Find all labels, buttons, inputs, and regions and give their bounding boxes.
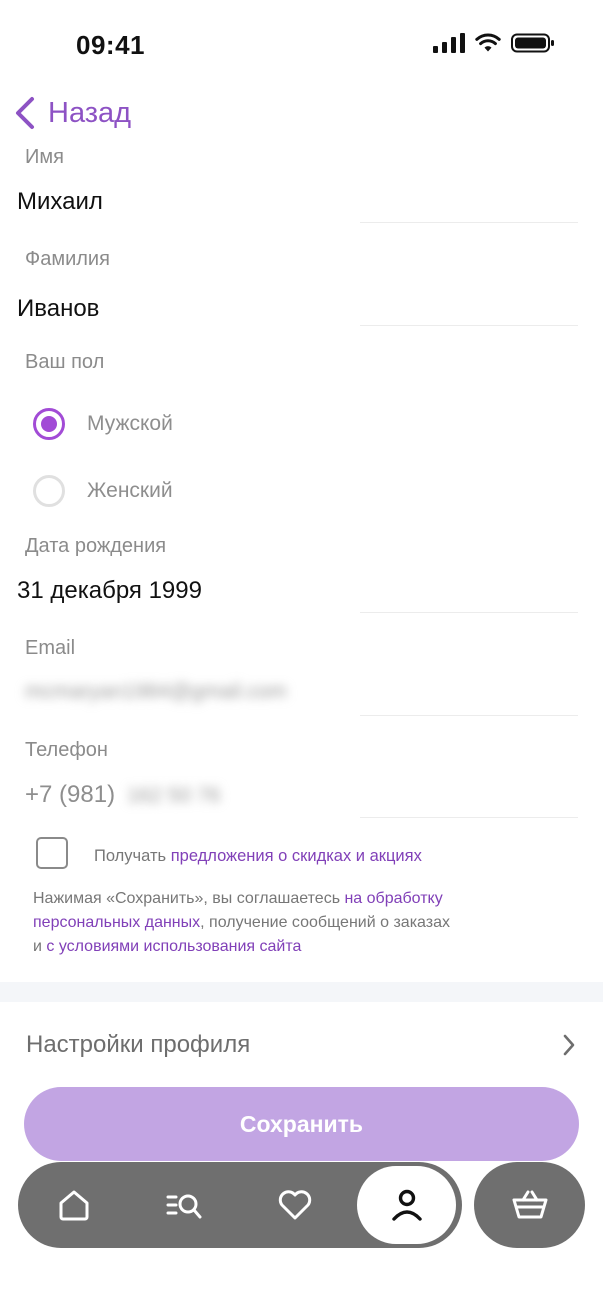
consent-part3: и bbox=[33, 938, 47, 955]
consent-text: Нажимая «Сохранить», вы соглашаетесь на … bbox=[33, 887, 573, 959]
birth-date-divider bbox=[360, 612, 578, 613]
heart-icon bbox=[278, 1190, 312, 1220]
profile-settings-label: Настройки профиля bbox=[26, 1031, 251, 1058]
back-label: Назад bbox=[48, 96, 132, 129]
personal-data-link-cont[interactable]: персональных данных bbox=[33, 914, 200, 931]
birth-date-field[interactable]: 31 декабря 1999 bbox=[17, 577, 577, 605]
radio-male[interactable] bbox=[33, 408, 65, 440]
birth-date-label: Дата рождения bbox=[25, 535, 167, 557]
radio-female[interactable] bbox=[33, 475, 65, 507]
home-icon bbox=[59, 1190, 89, 1221]
gender-option-male[interactable]: Мужской bbox=[33, 408, 173, 440]
phone-divider bbox=[360, 817, 578, 818]
gender-label: Ваш пол bbox=[25, 351, 105, 373]
phone-field[interactable]: +7 (981) 162 50 76 bbox=[25, 781, 221, 809]
promo-label: Получать bbox=[94, 847, 171, 865]
phone-number-hidden: 162 50 76 bbox=[127, 784, 221, 807]
catalog-search-icon bbox=[166, 1194, 202, 1219]
first-name-divider bbox=[360, 222, 578, 223]
terms-link[interactable]: с условиями использования сайта bbox=[46, 938, 301, 955]
email-divider bbox=[360, 715, 578, 716]
consent-part2: , получение сообщений о заказах bbox=[200, 914, 450, 931]
cart-button[interactable] bbox=[474, 1162, 585, 1248]
personal-data-link[interactable]: на обработку bbox=[344, 890, 442, 907]
gender-option-label: Мужской bbox=[87, 412, 173, 435]
status-icons bbox=[433, 33, 555, 53]
tab-profile[interactable] bbox=[357, 1166, 456, 1244]
first-name-field[interactable]: Михаил bbox=[17, 188, 577, 216]
tab-home[interactable] bbox=[31, 1162, 117, 1248]
email-label: Email bbox=[25, 637, 76, 659]
signal-icon bbox=[433, 33, 465, 53]
phone-prefix: +7 (981) bbox=[25, 781, 116, 808]
chevron-right-icon bbox=[563, 1034, 575, 1056]
wifi-icon bbox=[475, 33, 501, 52]
back-button[interactable]: Назад bbox=[12, 96, 131, 130]
consent-part1: Нажимая «Сохранить», вы соглашаетесь bbox=[33, 890, 345, 907]
promo-text: Получать предложения о скидках и акциях bbox=[94, 844, 422, 868]
gender-option-female[interactable]: Женский bbox=[33, 475, 173, 507]
tab-favorites[interactable] bbox=[252, 1162, 338, 1248]
first-name-label: Имя bbox=[25, 146, 64, 168]
save-button[interactable]: Сохранить bbox=[24, 1087, 579, 1161]
last-name-divider bbox=[360, 325, 578, 326]
chevron-left-icon bbox=[16, 97, 34, 129]
status-time: 09:41 bbox=[76, 30, 145, 60]
basket-icon bbox=[512, 1190, 547, 1219]
battery-icon bbox=[511, 33, 554, 53]
promo-checkbox[interactable] bbox=[36, 837, 68, 869]
tab-bar bbox=[18, 1162, 462, 1248]
email-field[interactable]: mcmaryan1984@gmail.com bbox=[25, 680, 287, 704]
profile-settings-row[interactable]: Настройки профиля bbox=[0, 1002, 603, 1088]
section-separator bbox=[0, 982, 603, 1002]
profile-icon bbox=[391, 1189, 422, 1221]
tab-catalog[interactable] bbox=[142, 1162, 228, 1248]
last-name-field[interactable]: Иванов bbox=[17, 295, 577, 323]
phone-label: Телефон bbox=[25, 739, 108, 761]
promo-link[interactable]: предложения о скидках и акциях bbox=[171, 847, 422, 865]
last-name-label: Фамилия bbox=[25, 248, 110, 270]
gender-option-label: Женский bbox=[87, 479, 173, 502]
